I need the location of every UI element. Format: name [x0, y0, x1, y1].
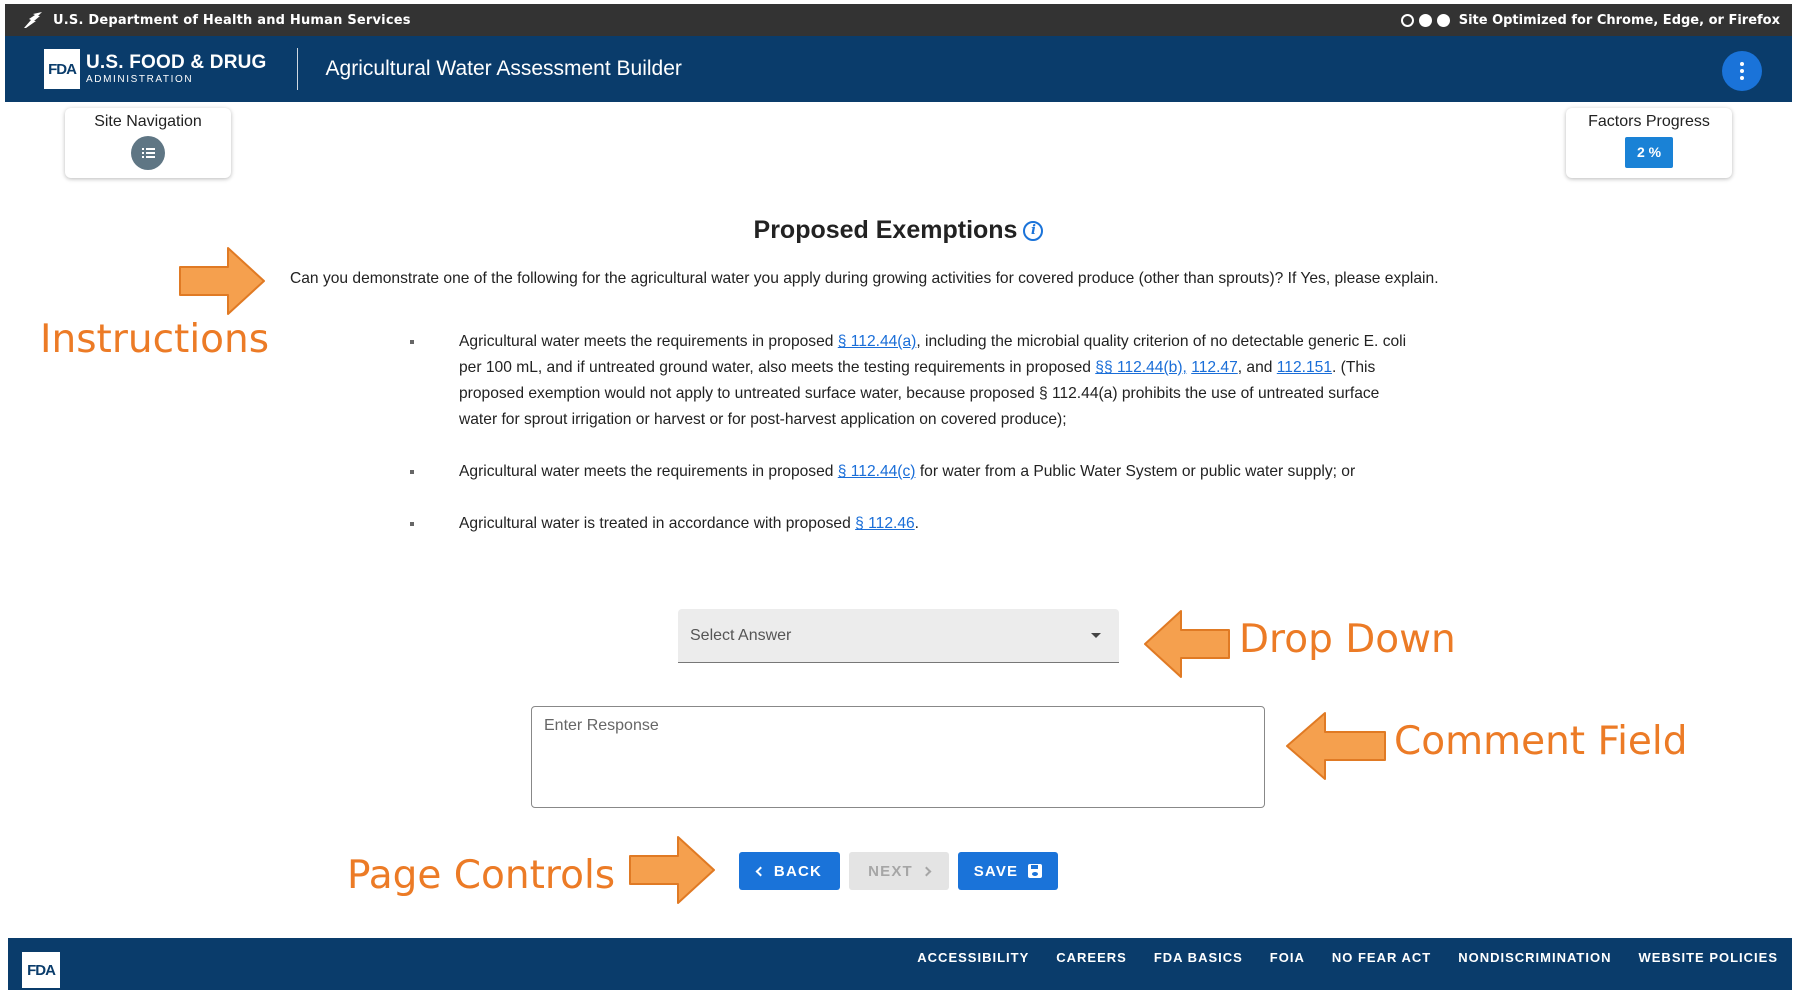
- regulation-link[interactable]: 112.47: [1191, 359, 1238, 376]
- browser-notice-text: Site Optimized for Chrome, Edge, or Fire…: [1458, 12, 1780, 28]
- bullet-text: Agricultural water meets the requirement…: [459, 333, 838, 350]
- firefox-icon: [1436, 13, 1450, 27]
- page-title: Proposed Exemptions i: [0, 216, 1797, 245]
- regulation-link[interactable]: § 112.46: [855, 515, 915, 532]
- floppy-disk-icon: [1028, 864, 1043, 878]
- page-title-text: Proposed Exemptions: [753, 216, 1018, 244]
- footer-link-careers[interactable]: CAREERS: [1056, 950, 1127, 965]
- back-button-label: BACK: [773, 862, 823, 880]
- drop-down-annotation: Drop Down: [1239, 617, 1456, 662]
- regulation-link[interactable]: 112.151: [1277, 359, 1332, 376]
- browser-notice: Site Optimized for Chrome, Edge, or Fire…: [1400, 12, 1780, 28]
- back-button[interactable]: BACK: [739, 852, 840, 890]
- fda-wordmark-line1: U.S. FOOD & DRUG: [86, 52, 267, 73]
- footer-link-foia[interactable]: FOIA: [1270, 950, 1305, 965]
- question-text: Can you demonstrate one of the following…: [290, 270, 1439, 287]
- bullet-text: , and: [1237, 359, 1277, 376]
- info-icon[interactable]: i: [1023, 221, 1044, 242]
- hhs-banner: U.S. Department of Health and Human Serv…: [5, 4, 1792, 36]
- app-title: Agricultural Water Assessment Builder: [325, 57, 682, 80]
- footer-link-website-policies[interactable]: WEBSITE POLICIES: [1638, 950, 1778, 965]
- hhs-eagle-icon: [24, 12, 42, 28]
- bullet-text: for water from a Public Water System or …: [915, 463, 1356, 480]
- hhs-agency-text: U.S. Department of Health and Human Serv…: [53, 12, 411, 28]
- footer-link-no-fear-act[interactable]: NO FEAR ACT: [1332, 950, 1431, 965]
- footer-link-accessibility[interactable]: ACCESSIBILITY: [917, 950, 1029, 965]
- fda-logo-icon[interactable]: FDA: [44, 49, 80, 89]
- chevron-left-icon: [755, 866, 766, 876]
- more-vertical-icon[interactable]: [1722, 51, 1762, 91]
- page-controls-annotation: Page Controls: [347, 853, 616, 898]
- arrow-left-icon: [1286, 712, 1386, 780]
- footer-link-fda-basics[interactable]: FDA BASICS: [1154, 950, 1243, 965]
- answer-select[interactable]: Select Answer: [678, 609, 1119, 663]
- edge-icon: [1418, 13, 1432, 27]
- progress-badge: 2 %: [1625, 137, 1673, 168]
- bullet-text: Agricultural water meets the requirement…: [459, 463, 838, 480]
- list-item: Agricultural water is treated in accorda…: [410, 511, 1410, 537]
- next-button-label: NEXT: [868, 862, 913, 880]
- bullet-text: .: [914, 515, 920, 532]
- footer-links: ACCESSIBILITY CAREERS FDA BASICS FOIA NO…: [917, 950, 1778, 965]
- site-navigation-card[interactable]: Site Navigation: [65, 108, 231, 178]
- factors-progress-label: Factors Progress: [1588, 113, 1710, 130]
- next-button[interactable]: NEXT: [849, 852, 949, 890]
- regulation-link[interactable]: §§ 112.44(b),: [1095, 359, 1187, 376]
- app-header: FDA U.S. FOOD & DRUG ADMINISTRATION Agri…: [5, 36, 1792, 102]
- comment-field-annotation: Comment Field: [1394, 719, 1688, 764]
- instructions-annotation: Instructions: [40, 317, 270, 362]
- chrome-icon: [1400, 13, 1414, 27]
- hhs-agency: U.S. Department of Health and Human Serv…: [23, 11, 411, 29]
- list-item: Agricultural water meets the requirement…: [410, 329, 1410, 433]
- chevron-right-icon: [921, 866, 932, 876]
- footer-link-nondiscrimination[interactable]: NONDISCRIMINATION: [1458, 950, 1611, 965]
- header-divider: [296, 48, 298, 90]
- list-item: Agricultural water meets the requirement…: [410, 459, 1410, 485]
- regulation-link[interactable]: § 112.44(a): [838, 333, 917, 350]
- site-footer: FDA ACCESSIBILITY CAREERS FDA BASICS FOI…: [8, 938, 1792, 990]
- footer-fda-logo-icon[interactable]: FDA: [22, 952, 60, 988]
- arrow-left-icon: [1144, 610, 1230, 678]
- save-button-label: SAVE: [973, 862, 1019, 880]
- arrow-right-icon: [629, 836, 715, 904]
- fda-wordmark[interactable]: U.S. FOOD & DRUG ADMINISTRATION: [86, 53, 267, 85]
- save-button[interactable]: SAVE: [958, 852, 1058, 890]
- factors-progress-card: Factors Progress 2 %: [1566, 108, 1732, 178]
- arrow-right-icon: [179, 247, 265, 315]
- list-icon[interactable]: [131, 136, 165, 170]
- caret-down-icon: [1091, 633, 1101, 638]
- fda-wordmark-line2: ADMINISTRATION: [86, 74, 194, 85]
- response-field[interactable]: [531, 706, 1265, 808]
- exemption-list: Agricultural water meets the requirement…: [410, 329, 1410, 537]
- select-placeholder: Select Answer: [690, 626, 792, 644]
- site-navigation-label: Site Navigation: [94, 113, 202, 130]
- regulation-link[interactable]: § 112.44(c): [838, 463, 916, 480]
- bullet-text: Agricultural water is treated in accorda…: [459, 515, 856, 532]
